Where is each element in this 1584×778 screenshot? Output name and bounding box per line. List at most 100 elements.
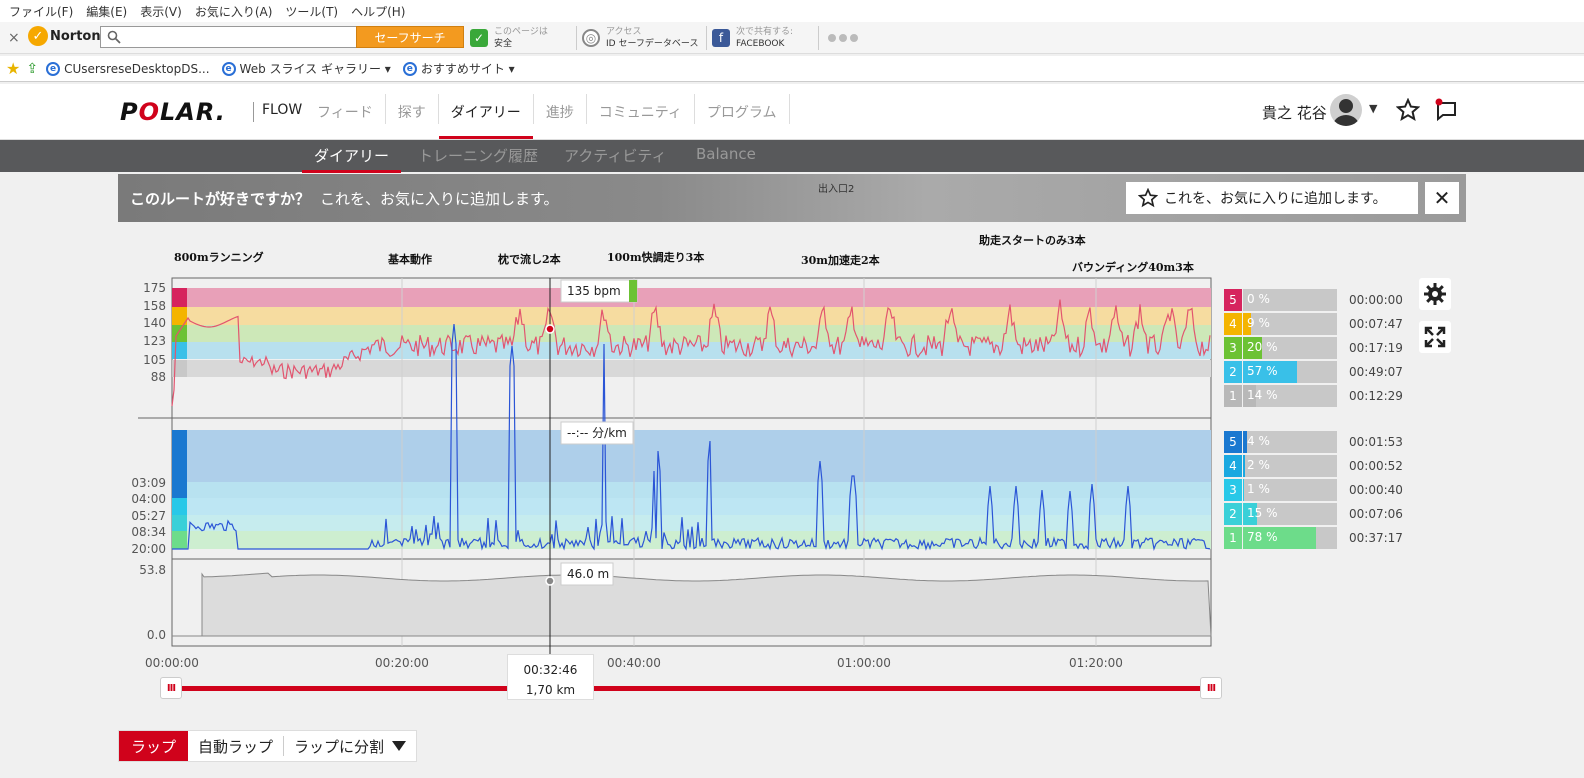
favorites-bar: ★ ⇪ e CUsersreseDesktopDS... e Web スライス ギャ… xyxy=(0,56,1584,82)
star-icon[interactable] xyxy=(1396,98,1420,122)
user-name[interactable]: 貴之 花谷 xyxy=(1262,102,1327,123)
cursor-distance: 1,70 km xyxy=(525,683,576,697)
zone-percent: 1 % xyxy=(1247,482,1270,496)
norton-logo: ✓ Norton xyxy=(28,26,101,46)
caret-down-icon[interactable]: ▼ xyxy=(1369,102,1377,115)
flow-label: FLOW xyxy=(253,102,302,122)
zone-number: 3 xyxy=(1224,337,1242,359)
nav-community[interactable]: コミュニティ xyxy=(587,94,695,124)
zone-time: 00:07:47 xyxy=(1349,317,1403,331)
menu-file[interactable]: ファイル(F) xyxy=(4,3,81,20)
fullscreen-icon[interactable] xyxy=(1419,321,1451,353)
range-start-handle[interactable]: III xyxy=(160,677,182,699)
subnav-activity[interactable]: アクティビティ xyxy=(552,145,678,172)
zone-number: 2 xyxy=(1224,503,1242,525)
subnav-balance[interactable]: Balance xyxy=(684,145,768,172)
shield-check-icon: ✓ xyxy=(470,29,488,47)
cursor-time: 00:32:46 xyxy=(523,663,578,677)
norton-search-input[interactable] xyxy=(100,26,358,48)
menu-favorites[interactable]: お気に入り(A) xyxy=(190,3,281,20)
subnav-diary[interactable]: ダイアリー xyxy=(302,145,402,173)
range-slider-track[interactable] xyxy=(172,686,1212,691)
x-tick-label: 00:20:00 xyxy=(375,656,429,670)
x-tick-label: 00:40:00 xyxy=(607,656,661,670)
x-tick-label: 01:00:00 xyxy=(837,656,891,670)
zone-time: 00:37:17 xyxy=(1349,531,1403,545)
map-label: 出入口2 xyxy=(818,184,855,195)
nav-feed[interactable]: フィード xyxy=(305,94,386,124)
lap-note: 基本動作 xyxy=(388,253,432,266)
zone-time: 00:01:53 xyxy=(1349,435,1403,449)
auto-lap-button[interactable]: 自動ラップ xyxy=(188,736,285,756)
hr-zone-marker xyxy=(172,325,187,342)
add-favorite-button[interactable]: これを、お気に入りに追加します。 xyxy=(1126,182,1418,214)
menu-bar: ファイル(F) 編集(E) 表示(V) お気に入り(A) ツール(T) ヘルプ(… xyxy=(0,0,1584,22)
safe-line1: このページは xyxy=(494,27,548,37)
nav-programs[interactable]: プログラム xyxy=(695,94,790,124)
more-dots-icon[interactable] xyxy=(828,34,858,42)
facebook-share-button[interactable]: f 次で共有する: FACEBOOK xyxy=(712,25,793,51)
fav-item-webslice[interactable]: e Web スライス ギャラリー ▾ xyxy=(221,60,391,77)
nav-explore[interactable]: 探す xyxy=(386,94,439,124)
pace-tick-label: 03:09 xyxy=(131,476,166,490)
zone-number: 3 xyxy=(1224,479,1242,501)
zone-percent: 2 % xyxy=(1247,458,1270,472)
message-icon[interactable] xyxy=(1434,98,1458,122)
pace-tick-label: 04:00 xyxy=(131,492,166,506)
fav-label: おすすめサイト ▾ xyxy=(420,62,515,76)
add-favorite-icon[interactable]: ⇪ xyxy=(26,61,38,77)
close-icon[interactable]: ✕ xyxy=(1425,182,1459,214)
fav-item-local[interactable]: e CUsersreseDesktopDS... xyxy=(46,61,210,76)
zone-percent: 9 % xyxy=(1247,316,1270,330)
menu-help[interactable]: ヘルプ(H) xyxy=(346,3,413,20)
nav-progress[interactable]: 進捗 xyxy=(534,94,587,124)
zone-time: 00:12:29 xyxy=(1349,389,1403,403)
pace-tick-label: 05:27 xyxy=(131,509,166,523)
polar-logo[interactable]: POLAR. xyxy=(120,98,226,126)
lap-note: 助走スタートのみ3本 xyxy=(979,234,1086,247)
zone-number: 1 xyxy=(1224,385,1242,407)
pace-zone-band xyxy=(186,498,1211,515)
polar-header: POLAR. FLOW フィード 探す ダイアリー 進捗 コミュニティ プログラ… xyxy=(0,84,1584,140)
altitude-area xyxy=(172,572,1212,637)
id-safe-button[interactable]: ◎ アクセス ID セーフデータベース xyxy=(582,25,698,51)
separator xyxy=(818,26,819,50)
gear-icon[interactable] xyxy=(1419,278,1451,310)
lap-note: バウンディング40m3本 xyxy=(1072,261,1194,274)
split-lap-button[interactable]: ラップに分割 xyxy=(284,731,416,761)
norton-check-icon: ✓ xyxy=(28,26,48,46)
hr-zone-marker xyxy=(172,288,187,307)
route-map-banner[interactable]: 出入口2 このルートが好きですか？ これを、お気に入りに追加します。 これを、お気… xyxy=(118,174,1466,222)
pace-zone-band xyxy=(186,482,1211,498)
zone-percent: 78 % xyxy=(1247,530,1278,544)
subnav-history[interactable]: トレーニング履歴 xyxy=(406,145,550,172)
ie-icon: e xyxy=(46,61,61,76)
x-tick-label: 00:00:00 xyxy=(145,656,199,670)
hr-zone-band xyxy=(186,325,1211,342)
menu-tools[interactable]: ツール(T) xyxy=(280,3,346,20)
norton-close-icon[interactable]: × xyxy=(8,30,20,46)
alt-tick-label: 53.8 xyxy=(139,563,166,577)
page-safe-indicator[interactable]: ✓ このページは 安全 xyxy=(470,25,548,51)
lap-note: 枕で流し2本 xyxy=(498,253,561,266)
range-end-handle[interactable]: III xyxy=(1200,677,1222,699)
pace-zone-marker xyxy=(172,531,187,549)
menu-view[interactable]: 表示(V) xyxy=(135,3,190,20)
search-icon xyxy=(107,30,121,44)
ie-icon: e xyxy=(402,61,417,76)
nav-diary[interactable]: ダイアリー xyxy=(438,94,534,139)
zone-percent: 4 % xyxy=(1247,434,1270,448)
fav-item-suggested[interactable]: e おすすめサイト ▾ xyxy=(402,60,515,77)
share-line1: 次で共有する: xyxy=(736,27,794,37)
avatar[interactable] xyxy=(1330,94,1362,126)
norton-toolbar: × ✓ Norton セーフサーチ ✓ このページは 安全 ◎ アクセス ID セー… xyxy=(0,22,1584,54)
safe-search-button[interactable]: セーフサーチ xyxy=(356,26,464,48)
access-line1: アクセス xyxy=(606,27,642,37)
menu-edit[interactable]: 編集(E) xyxy=(81,3,135,20)
favorites-star-icon[interactable]: ★ xyxy=(6,59,20,78)
access-line2: ID セーフデータベース xyxy=(606,39,699,49)
lap-button[interactable]: ラップ xyxy=(119,731,189,761)
zone-time: 00:00:52 xyxy=(1349,459,1403,473)
zone-time: 00:00:40 xyxy=(1349,483,1403,497)
training-chart[interactable]: 175 158 140 123 105 88 03:09 04:00 05:27 08:34 20:… xyxy=(130,276,1220,676)
